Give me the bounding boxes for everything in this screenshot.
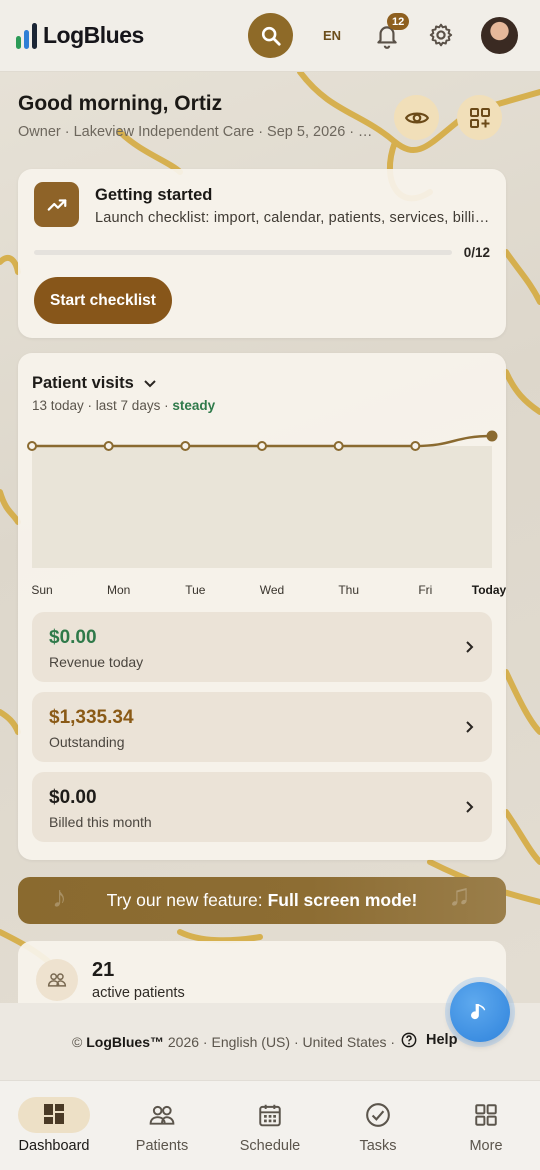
top-bar: LogBlues EN 12 xyxy=(0,0,540,72)
x-tick-label: Thu xyxy=(338,583,359,597)
data-point-sun xyxy=(27,441,37,451)
chevron-right-icon xyxy=(466,641,474,653)
footer-copyright: © LogBlues™ 2026 · English (US) · United… xyxy=(72,1034,396,1050)
logo-bars-icon xyxy=(16,22,37,49)
metric-label: Revenue today xyxy=(49,654,144,670)
x-tick-label: Today xyxy=(471,583,507,597)
patients-icon xyxy=(149,1105,175,1125)
calendar-icon xyxy=(259,1104,281,1127)
x-tick-label: Mon xyxy=(106,583,131,597)
metric-value: $0.00 xyxy=(49,787,97,808)
dashboard-icon xyxy=(44,1104,64,1124)
eye-icon xyxy=(404,111,429,124)
footer-locale: 2026 · English (US) · United States · xyxy=(164,1034,396,1050)
app-name: LogBlues xyxy=(43,22,144,48)
nav-label: More xyxy=(469,1138,503,1154)
metric-billed-this-month[interactable]: $0.00 Billed this month xyxy=(32,772,492,842)
gear-icon[interactable] xyxy=(428,22,454,48)
user-avatar[interactable] xyxy=(481,17,518,54)
active-patients-label: active patients xyxy=(92,985,185,1001)
checklist-progress-count: 0/12 xyxy=(463,245,490,260)
nav-tasks[interactable]: Tasks xyxy=(324,1081,432,1170)
visits-summary-text: 13 today · last 7 days · xyxy=(32,398,173,413)
x-tick-label: Wed xyxy=(259,583,285,597)
help-link[interactable]: Help xyxy=(401,1032,457,1048)
search-icon xyxy=(261,26,281,46)
greeting-title: Good morning, Ortiz xyxy=(18,92,223,115)
start-checklist-button[interactable]: Start checklist xyxy=(34,277,172,324)
help-circle-icon xyxy=(401,1032,417,1048)
footer-brand: LogBlues™ xyxy=(86,1034,164,1050)
customize-widgets-button[interactable] xyxy=(457,95,502,140)
nav-label: Dashboard xyxy=(18,1138,90,1154)
bottom-navigation: Dashboard Patients Schedule Tasks More xyxy=(0,1080,540,1170)
full-screen-promo-banner[interactable]: ♪ ♫ Try our new feature: Full screen mode… xyxy=(18,877,506,924)
greeting-subtitle: Owner · Lakeview Independent Care · Sep … xyxy=(18,124,380,140)
data-point-fri xyxy=(410,441,421,451)
x-tick-label: Sun xyxy=(31,583,53,597)
nav-patients[interactable]: Patients xyxy=(108,1081,216,1170)
music-note-icon: ♫ xyxy=(448,879,471,912)
grid-icon xyxy=(475,1104,497,1126)
music-note-icon: ♪ xyxy=(52,881,67,914)
nav-schedule[interactable]: Schedule xyxy=(216,1081,324,1170)
x-tick-label: Tue xyxy=(185,583,206,597)
promo-highlight: Full screen mode! xyxy=(267,890,418,910)
music-note-icon xyxy=(471,1003,486,1020)
data-point-today xyxy=(486,430,498,442)
music-player-button[interactable] xyxy=(450,982,510,1042)
help-label: Help xyxy=(426,1032,458,1048)
x-tick-label: Fri xyxy=(418,583,433,597)
data-point-mon xyxy=(103,441,114,451)
getting-started-subtitle: Launch checklist: import, calendar, pati… xyxy=(95,210,491,226)
visits-trend: steady xyxy=(172,398,216,413)
patient-visits-summary: 13 today · last 7 days · steady xyxy=(32,398,215,413)
notification-badge: 12 xyxy=(387,13,410,30)
visibility-toggle-button[interactable] xyxy=(394,95,439,140)
patient-visits-dropdown[interactable]: Patient visits xyxy=(32,374,156,393)
chevron-right-icon xyxy=(466,801,474,813)
nav-label: Schedule xyxy=(239,1138,301,1154)
patient-visits-chart xyxy=(27,430,498,568)
check-circle-icon xyxy=(366,1103,390,1127)
metric-label: Billed this month xyxy=(49,814,152,830)
patient-visits-card: Patient visits 13 today · last 7 days · … xyxy=(18,353,506,860)
getting-started-card: Getting started Launch checklist: import… xyxy=(18,169,506,338)
patients-icon xyxy=(36,959,78,1001)
metric-value: $0.00 xyxy=(49,627,97,648)
active-patients-count: 21 xyxy=(92,959,115,981)
nav-dashboard[interactable]: Dashboard xyxy=(0,1081,108,1170)
metric-value: $1,335.34 xyxy=(49,707,134,728)
metric-outstanding[interactable]: $1,335.34 Outstanding xyxy=(32,692,492,762)
checklist-progress-bar xyxy=(34,250,452,255)
patient-visits-title: Patient visits xyxy=(32,374,134,392)
promo-prefix: Try our new feature: xyxy=(106,890,263,910)
chart-area-fill xyxy=(32,446,492,568)
metric-label: Outstanding xyxy=(49,734,125,750)
getting-started-title: Getting started xyxy=(95,186,213,204)
metric-revenue-today[interactable]: $0.00 Revenue today xyxy=(32,612,492,682)
language-selector[interactable]: EN xyxy=(323,28,341,43)
nav-more[interactable]: More xyxy=(432,1081,540,1170)
nav-label: Patients xyxy=(135,1138,189,1154)
add-widget-icon xyxy=(469,107,490,128)
data-point-tue xyxy=(180,441,191,451)
data-point-wed xyxy=(257,441,267,451)
trending-up-icon xyxy=(34,182,79,227)
search-button[interactable] xyxy=(248,13,293,58)
active-patients-card[interactable]: 21 active patients xyxy=(18,941,506,1003)
data-point-thu xyxy=(333,441,344,451)
nav-label: Tasks xyxy=(359,1138,397,1154)
chevron-down-icon xyxy=(144,379,156,387)
chevron-right-icon xyxy=(466,721,474,733)
app-logo[interactable]: LogBlues xyxy=(16,22,144,49)
